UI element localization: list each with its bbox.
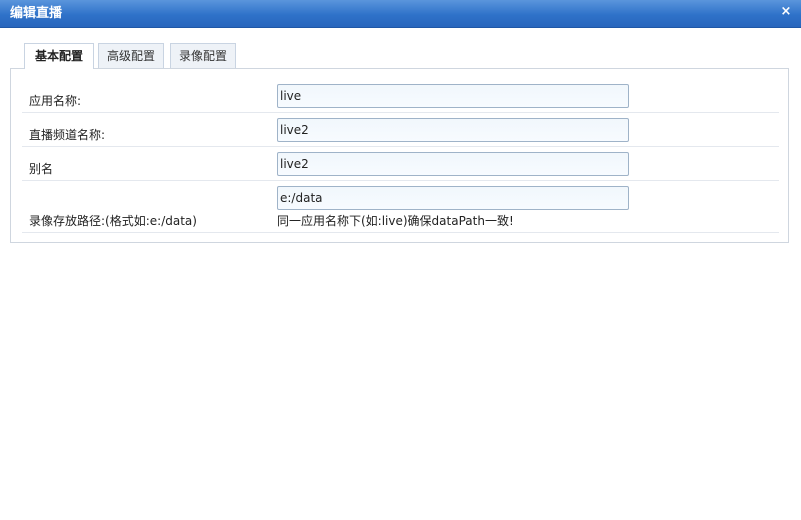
app-name-input[interactable] [277, 84, 629, 108]
form-row-channel-name: 直播频道名称: [22, 113, 779, 147]
dialog-titlebar[interactable]: 编辑直播 × [0, 0, 801, 28]
channel-name-label: 直播频道名称: [29, 128, 106, 142]
dialog-title: 编辑直播 [10, 6, 63, 21]
tab-recording-config[interactable]: 录像配置 [170, 43, 236, 68]
form-row-app-name: 应用名称: [22, 79, 779, 113]
channel-name-input[interactable] [277, 118, 629, 142]
form-row-record-path: 录像存放路径:(格式如:e:/data) 同一应用名称下(如:live)确保da… [22, 181, 779, 233]
record-path-hint: 同一应用名称下(如:live)确保dataPath一致! [277, 214, 514, 228]
alias-input[interactable] [277, 152, 629, 176]
record-path-input[interactable] [277, 186, 629, 210]
edit-live-dialog: 编辑直播 × 基本配置 高级配置 录像配置 应用名称: 直播频道名称: 别名 录… [0, 0, 801, 520]
alias-label: 别名 [29, 162, 54, 176]
form-row-alias: 别名 [22, 147, 779, 181]
basic-config-panel: 应用名称: 直播频道名称: 别名 录像存放路径:(格式如:e:/data) 同一… [10, 68, 789, 243]
app-name-label: 应用名称: [29, 94, 82, 108]
tab-advanced-config[interactable]: 高级配置 [98, 43, 164, 68]
record-path-label: 录像存放路径:(格式如:e:/data) [29, 214, 197, 228]
close-icon[interactable]: × [779, 5, 793, 19]
tab-basic-config[interactable]: 基本配置 [24, 43, 94, 69]
